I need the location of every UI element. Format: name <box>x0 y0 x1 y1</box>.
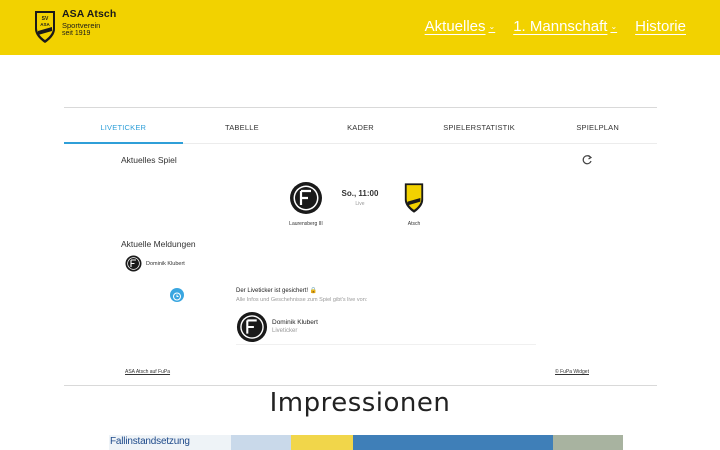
svg-text:ASA: ASA <box>40 22 50 27</box>
club-subtitle: Sportverein <box>62 20 101 30</box>
section-title: Impressionen <box>269 388 451 418</box>
reporter-name: Dominik Klubert <box>146 260 185 267</box>
message-description: Alle Infos und Geschehnisse zum Spiel gi… <box>236 297 368 303</box>
away-team: Atsch <box>394 181 434 227</box>
author-role: Liveticker <box>272 328 298 334</box>
nav-aktuelles[interactable]: Aktuelles ⌄ <box>425 18 496 35</box>
message-author-card[interactable]: Dominik Klubert Liveticker <box>236 309 536 345</box>
tab-liveticker[interactable]: LIVETICKER <box>64 114 183 144</box>
tab-kader[interactable]: KADER <box>301 114 420 143</box>
chevron-down-icon: ⌄ <box>610 22 618 31</box>
current-game-title: Aktuelles Spiel <box>121 155 177 165</box>
nav-historie-label: Historie <box>635 18 686 35</box>
main-nav: Aktuelles ⌄ 1. Mannschaft ⌄ Historie <box>425 18 686 35</box>
fupa-club-link[interactable]: ASA Atsch auf FuPa <box>125 369 170 375</box>
reports-title: Aktuelle Meldungen <box>121 239 196 249</box>
match-card[interactable]: Laurensberg III So., 11:00 Live Atsch <box>286 181 426 227</box>
club-logo-link[interactable]: SV ASA ASA Atsch Sportverein seit 1919 <box>33 9 116 45</box>
reporter-avatar-icon <box>125 255 142 272</box>
tab-tabelle[interactable]: TABELLE <box>183 114 302 143</box>
site-header: SV ASA ASA Atsch Sportverein seit 1919 A… <box>0 0 720 55</box>
nav-historie[interactable]: Historie <box>635 18 686 35</box>
nav-aktuelles-label: Aktuelles <box>424 18 486 35</box>
home-team: Laurensberg III <box>286 181 326 227</box>
club-since: seit 1919 <box>62 30 91 37</box>
match-time: So., 11:00 <box>341 189 379 198</box>
match-score: So., 11:00 Live <box>338 189 382 207</box>
tab-spielplan[interactable]: SPIELPLAN <box>538 114 657 143</box>
match-status: Live <box>355 201 365 207</box>
message-headline: Der Liveticker ist gesichert! 🔒 <box>236 288 318 294</box>
refresh-icon[interactable] <box>581 154 593 166</box>
alarm-clock-icon[interactable] <box>170 288 184 302</box>
author-name: Dominik Klubert <box>272 319 318 326</box>
club-name: ASA Atsch <box>62 8 117 20</box>
tab-spielerstatistik[interactable]: SPIELERSTATISTIK <box>420 114 539 143</box>
nav-mannschaft[interactable]: 1. Mannschaft ⌄ <box>513 18 617 35</box>
home-team-name: Laurensberg III <box>289 221 323 227</box>
photo-caption: Fallinstandsetzung <box>110 436 190 447</box>
away-team-name: Atsch <box>407 221 421 227</box>
nav-mannschaft-label: 1. Mannschaft <box>513 18 608 35</box>
liveticker-message: Der Liveticker ist gesichert! 🔒 Alle Inf… <box>236 287 536 345</box>
home-team-logo-icon <box>290 182 322 214</box>
chevron-down-icon: ⌄ <box>488 22 496 31</box>
fupa-widget-link[interactable]: © FuPa Widget <box>555 369 589 375</box>
away-team-logo-icon <box>404 183 424 213</box>
reporter[interactable]: Dominik Klubert <box>125 255 185 272</box>
club-crest-icon: SV ASA <box>35 11 55 43</box>
widget-tabs: LIVETICKER TABELLE KADER SPIELERSTATISTI… <box>64 114 657 144</box>
impressionen-photo[interactable]: Fallinstandsetzung <box>109 435 623 450</box>
fupa-widget: LIVETICKER TABELLE KADER SPIELERSTATISTI… <box>64 107 657 386</box>
author-avatar-icon <box>236 311 268 342</box>
